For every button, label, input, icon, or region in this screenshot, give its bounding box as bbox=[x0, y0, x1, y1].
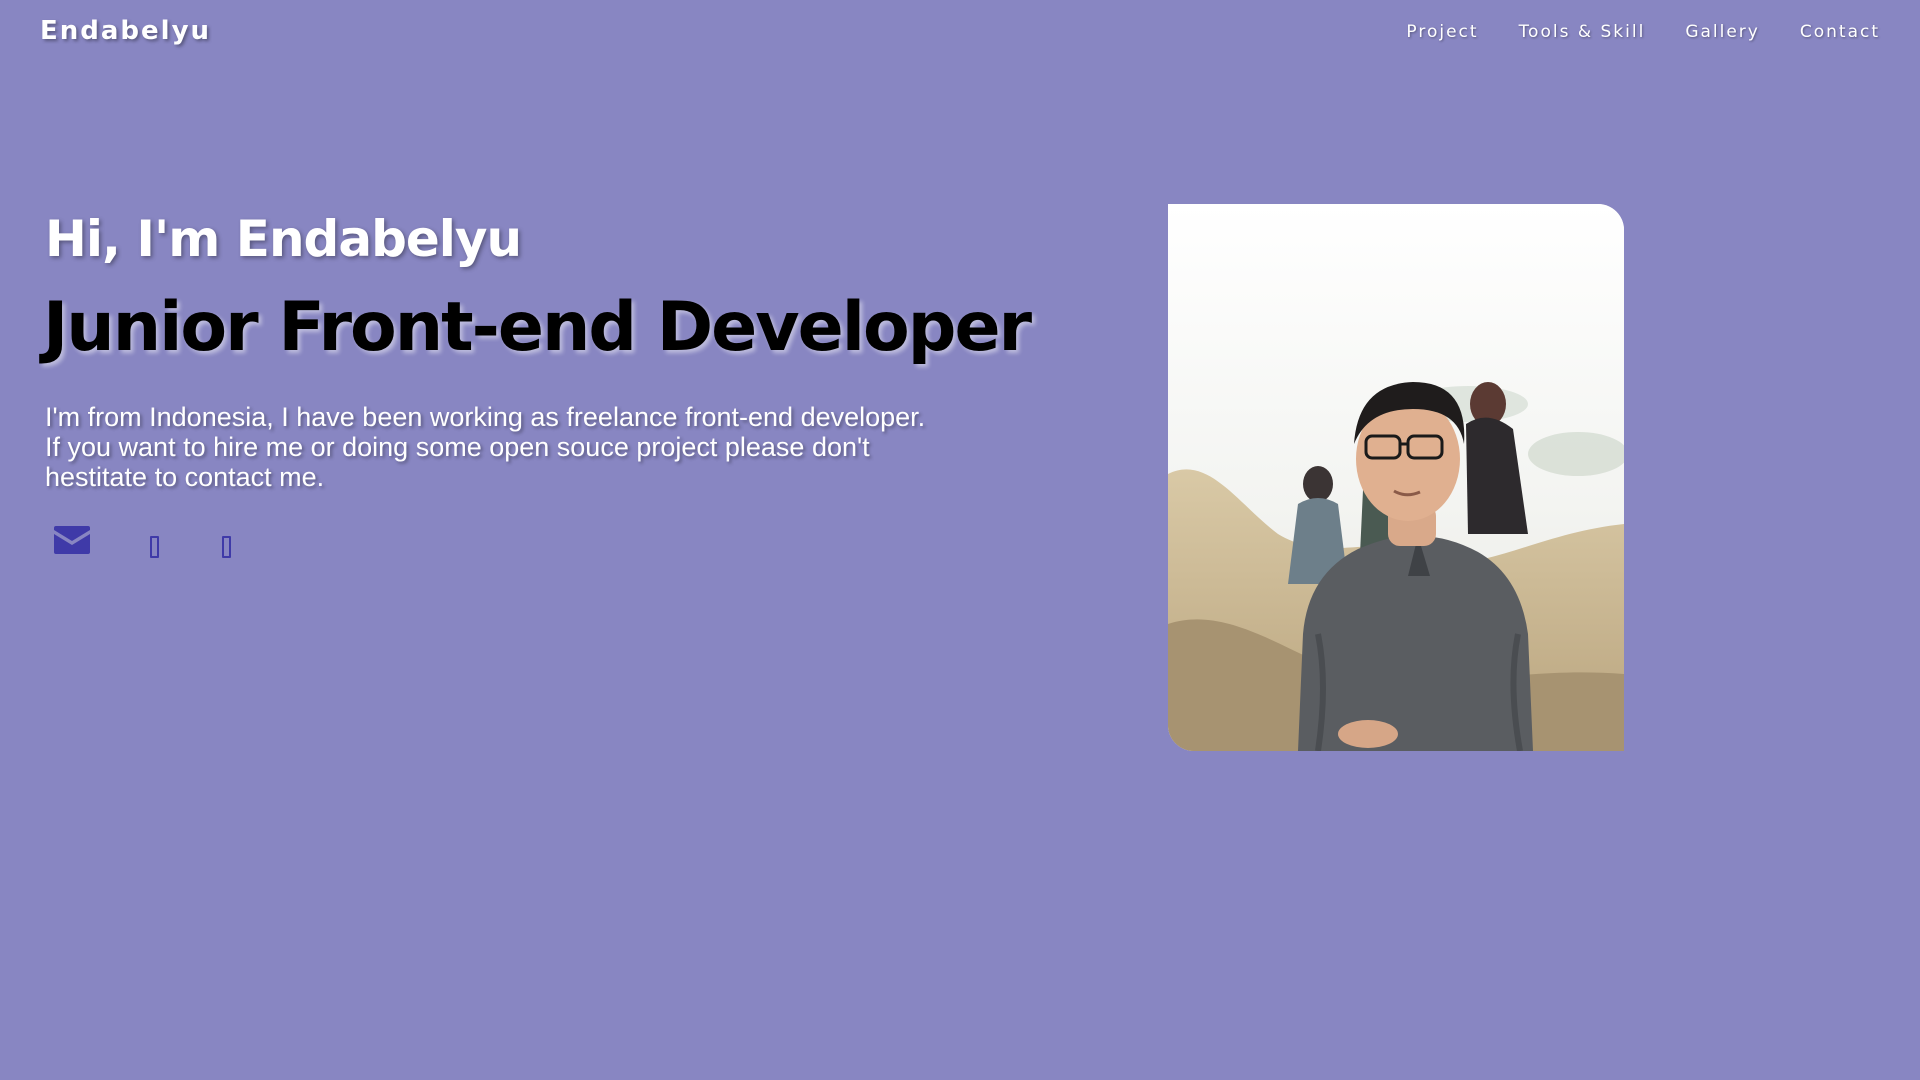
nav-link-contact[interactable]: Contact bbox=[1800, 22, 1880, 42]
profile-photo-image bbox=[1168, 204, 1624, 751]
profile-photo bbox=[1168, 204, 1624, 751]
email-link[interactable] bbox=[54, 526, 90, 554]
navbar: Endabelyu Project Tools & Skill Gallery … bbox=[0, 0, 1920, 64]
social-link-3[interactable] bbox=[222, 532, 231, 558]
nav-link-tools-skill[interactable]: Tools & Skill bbox=[1519, 22, 1646, 42]
nav-link-gallery[interactable]: Gallery bbox=[1685, 22, 1760, 42]
envelope-icon bbox=[54, 526, 90, 554]
nav-links: Project Tools & Skill Gallery Contact bbox=[1406, 22, 1880, 42]
missing-glyph-icon bbox=[150, 536, 159, 558]
brand-logo-link[interactable]: Endabelyu bbox=[40, 16, 211, 46]
social-link-2[interactable] bbox=[150, 532, 159, 558]
hero-intro-text: I'm from Indonesia, I have been working … bbox=[45, 402, 926, 492]
hero-role-title: Junior Front-end Developer bbox=[43, 288, 1032, 367]
nav-link-project[interactable]: Project bbox=[1406, 22, 1478, 42]
hero-greeting: Hi, I'm Endabelyu bbox=[45, 210, 522, 268]
missing-glyph-icon bbox=[222, 536, 231, 558]
